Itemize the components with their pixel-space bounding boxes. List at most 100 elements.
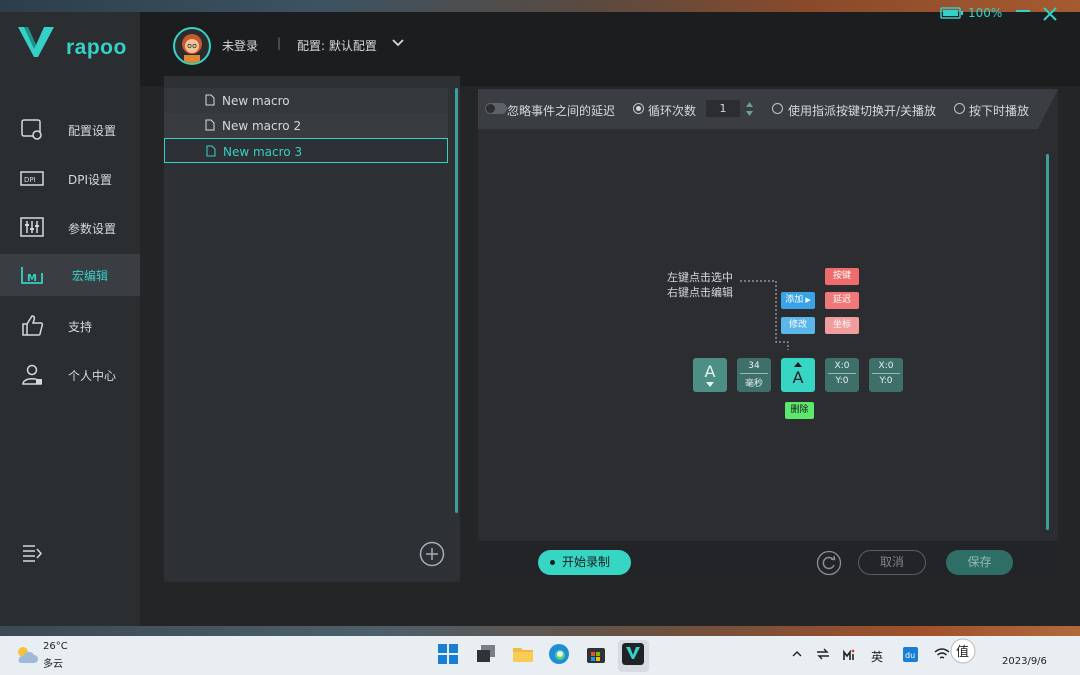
delay-value: 34 (740, 358, 768, 374)
watermark-logo-icon: 值 (950, 638, 976, 664)
sidebar-item-support[interactable]: 支持 (0, 305, 140, 347)
windows-start-icon[interactable] (437, 643, 459, 665)
coord-block[interactable]: X:0 Y:0 (825, 358, 859, 392)
sync-icon[interactable] (816, 648, 830, 660)
edge-browser-icon[interactable] (548, 643, 570, 665)
key-label: A (704, 362, 716, 381)
macro-item-selected[interactable]: New macro 3 (164, 138, 448, 163)
macro-name: New macro 3 (223, 145, 303, 159)
insert-delay-menu[interactable]: 延迟 (825, 292, 859, 309)
profile-selector[interactable]: 配置: 默认配置 (297, 37, 377, 54)
arrow-down-icon (706, 382, 714, 387)
record-dot-icon (550, 560, 555, 565)
key-label: A (792, 368, 804, 387)
store-icon[interactable] (585, 643, 607, 665)
loop-label: 循环次数 (648, 104, 697, 118)
key-up-block[interactable]: A (781, 358, 815, 392)
macro-icon: M (21, 267, 43, 284)
rapoo-logo-icon (18, 27, 54, 57)
sidebar-item-label: DPI设置 (68, 173, 113, 187)
sidebar-item-label: 支持 (68, 320, 93, 334)
sidebar-item-dpi[interactable]: DPI DPI设置 (0, 158, 140, 200)
sidebar-item-label: 宏编辑 (72, 269, 109, 283)
avatar-face-icon (175, 29, 209, 63)
loop-count-input[interactable]: 1 (706, 100, 740, 117)
chevron-down-icon[interactable] (391, 38, 405, 48)
start-record-button[interactable]: 开始录制 (538, 550, 631, 575)
hint-left-click: 左键点击选中 (667, 271, 733, 284)
toggle-play-radio[interactable] (772, 103, 783, 114)
svg-text:值: 值 (956, 644, 969, 660)
hold-play-radio[interactable] (954, 103, 965, 114)
sidebar-item-config[interactable]: 配置设置 (0, 109, 140, 151)
login-status[interactable]: 未登录 (222, 37, 258, 54)
macro-name: New macro (222, 94, 290, 108)
menu-expand-icon[interactable] (22, 544, 44, 562)
ignore-delay-label: 忽略事件之间的延迟 (507, 104, 616, 118)
task-view-icon[interactable] (475, 643, 497, 665)
brand-name: rapoo (66, 36, 127, 59)
macro-item[interactable]: New macro (164, 88, 448, 113)
sidebar-item-params[interactable]: 参数设置 (0, 207, 140, 249)
file-icon (205, 94, 215, 106)
insert-key-menu[interactable]: 按键 (825, 268, 859, 285)
dpi-icon: DPI (20, 171, 44, 186)
hint-right-click: 右键点击编辑 (667, 286, 733, 299)
svg-text:DPI: DPI (24, 176, 36, 184)
mic-bars-icon[interactable] (842, 648, 856, 662)
macro-list-panel: New macro New macro 2 New macro 3 (164, 76, 460, 582)
svg-text:M: M (27, 273, 37, 284)
sidebar-item-label: 参数设置 (68, 222, 117, 236)
add-macro-button[interactable] (419, 541, 445, 567)
minimize-button[interactable] (1016, 10, 1030, 12)
play-right-icon: ▶ (803, 296, 811, 304)
config-icon (21, 119, 42, 140)
wallpaper-bottom (0, 626, 1080, 636)
system-date[interactable]: 2023/9/6 (1002, 656, 1047, 667)
close-icon[interactable] (1040, 4, 1060, 24)
y-value: Y:0 (835, 376, 849, 386)
coord-block[interactable]: X:0 Y:0 (869, 358, 903, 392)
cloud-sun-icon[interactable] (15, 645, 39, 665)
ime-indicator[interactable]: 英 (871, 648, 883, 665)
cancel-button[interactable]: 取消 (858, 550, 926, 575)
delete-button[interactable]: 删除 (785, 402, 814, 419)
key-down-block[interactable]: A (693, 358, 727, 392)
battery-icon (940, 7, 963, 19)
chevron-up-icon[interactable] (791, 649, 803, 659)
rapoo-app-icon[interactable] (622, 643, 644, 665)
sidebar-item-label: 配置设置 (68, 124, 117, 138)
svg-text:du: du (905, 651, 915, 660)
reset-icon[interactable] (816, 550, 842, 576)
sliders-icon (20, 217, 44, 237)
thumbs-up-icon (22, 315, 44, 336)
save-button[interactable]: 保存 (946, 550, 1013, 575)
loop-radio[interactable] (633, 103, 644, 114)
taskbar (0, 636, 1080, 675)
x-value: X:0 (828, 358, 856, 374)
weather-temperature[interactable]: 26°C (43, 641, 68, 652)
modify-menu[interactable]: 修改 (781, 317, 815, 334)
sidebar-item-profile[interactable]: 个人中心 (0, 354, 140, 396)
ignore-delay-toggle[interactable] (485, 103, 507, 114)
editor-scrollbar[interactable] (1046, 154, 1049, 530)
hint-connector (740, 280, 789, 350)
sidebar-item-macro[interactable]: M 宏编辑 (0, 254, 140, 296)
add-menu-label: 添加 (785, 295, 804, 305)
insert-coord-menu[interactable]: 坐标 (825, 317, 859, 334)
user-icon (22, 364, 42, 385)
macro-list-scrollbar[interactable] (455, 88, 458, 513)
y-value: Y:0 (879, 376, 893, 386)
x-value: X:0 (872, 358, 900, 374)
stepper-icon[interactable] (745, 101, 754, 117)
baidu-drive-icon[interactable]: du (903, 647, 918, 662)
macro-item[interactable]: New macro 2 (164, 113, 448, 138)
weather-condition[interactable]: 多云 (43, 655, 63, 670)
avatar[interactable] (173, 27, 211, 65)
file-explorer-icon[interactable] (512, 643, 534, 665)
wifi-icon[interactable] (934, 648, 950, 660)
arrow-up-icon (794, 362, 802, 367)
delay-block[interactable]: 34 毫秒 (737, 358, 771, 392)
add-menu[interactable]: 添加 ▶ (781, 292, 815, 309)
delay-unit: 毫秒 (744, 379, 763, 389)
